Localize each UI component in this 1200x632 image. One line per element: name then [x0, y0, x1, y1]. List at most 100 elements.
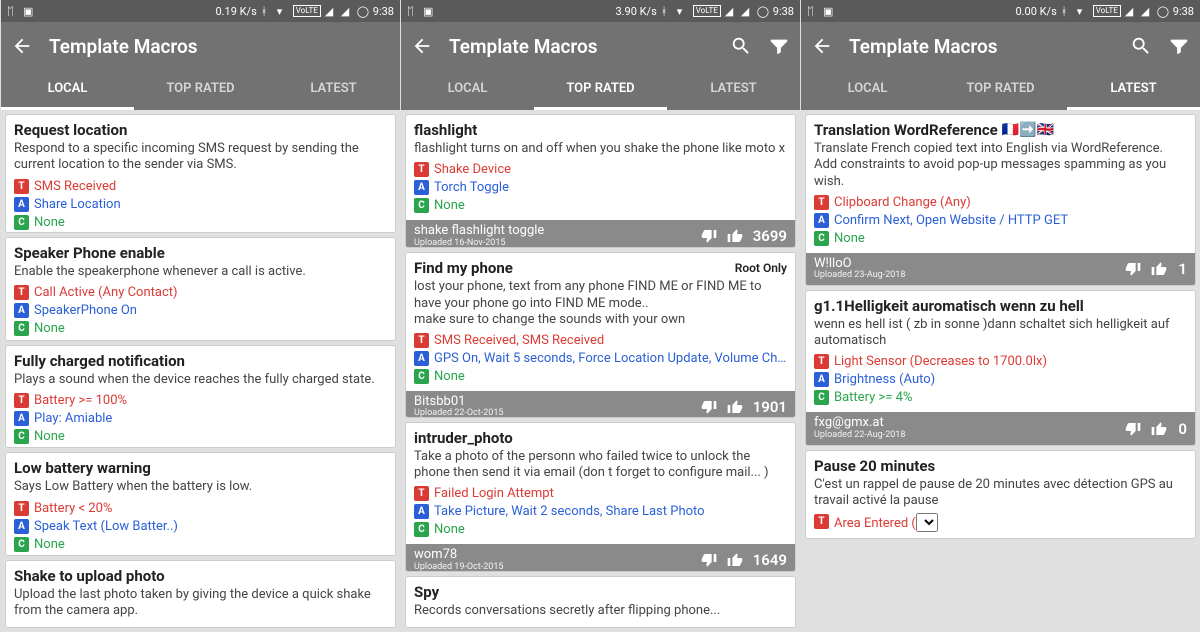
trigger-text: Area Entered (), 08:00 Mon,Tue,Wed,Thu,F…: [834, 513, 938, 532]
content-list[interactable]: Translation WordReference🇫🇷➡️🇬🇧 Translat…: [801, 110, 1200, 632]
content-list[interactable]: flashlight flashlight turns on and off w…: [401, 110, 800, 632]
constraint-badge: C: [814, 390, 829, 405]
tab-local[interactable]: LOCAL: [801, 70, 934, 110]
back-icon[interactable]: [411, 35, 433, 57]
footer-date: Uploaded 22-Oct-2015: [414, 409, 701, 418]
thumb-up-icon[interactable]: [727, 552, 743, 568]
thumb-down-icon[interactable]: [1125, 261, 1141, 277]
macro-card[interactable]: Speaker Phone enable Enable the speakerp…: [5, 237, 396, 341]
trigger-text: Battery >= 100%: [34, 392, 127, 409]
footer-date: Uploaded 19-Oct-2015: [414, 563, 701, 572]
constraint-text: None: [34, 214, 65, 231]
page-title: Template Macros: [849, 35, 1114, 58]
back-icon[interactable]: [11, 35, 33, 57]
thumb-up-icon[interactable]: [1151, 261, 1167, 277]
app-bar: Template Macros LOCALTOP RATEDLATEST: [401, 22, 800, 110]
action-text: GPS On, Wait 5 seconds, Force Location U…: [434, 350, 787, 367]
constraint-text: None: [34, 536, 65, 553]
card-footer: shake flashlight toggle Uploaded 16-Nov-…: [406, 220, 795, 248]
filter-icon[interactable]: [1168, 35, 1190, 57]
status-bar: ᛖ ▣ 0.19 K/s ᚼ ▾ VoLTE ◢ ◢ ◯ 9:38: [1, 0, 400, 22]
card-title: Fully charged notification: [14, 352, 387, 370]
tab-latest[interactable]: LATEST: [267, 70, 400, 110]
action-text: Speak Text (Low Batter..): [34, 518, 178, 535]
bluetooth-icon: ᚼ: [1061, 5, 1073, 17]
back-icon[interactable]: [811, 35, 833, 57]
volte-icon: VoLTE: [293, 5, 321, 17]
status-bar: ᛖ ▣ 3.90 K/s ᚼ ▾ VoLTE ◢ ◢ ◯ 9:38: [401, 0, 800, 22]
wifi-icon: ▾: [277, 5, 289, 17]
macro-card[interactable]: Find my phoneRoot Only lost your phone, …: [405, 252, 796, 418]
card-title: Pause 20 minutes: [814, 457, 1187, 475]
trigger-badge: T: [14, 501, 29, 516]
card-description: Respond to a specific incoming SMS reque…: [14, 141, 387, 174]
macro-card[interactable]: flashlight flashlight turns on and off w…: [405, 114, 796, 248]
thumb-down-icon[interactable]: [1125, 421, 1141, 437]
macro-card[interactable]: Spy Records conversations secretly after…: [405, 576, 796, 628]
like-count: 1649: [753, 551, 787, 569]
trigger-badge: T: [414, 333, 429, 348]
trigger-text: SMS Received: [34, 178, 116, 195]
thumb-up-icon[interactable]: [1151, 421, 1167, 437]
trigger-badge: T: [414, 486, 429, 501]
action-badge: A: [814, 213, 829, 228]
constraint-badge: C: [814, 231, 829, 246]
trigger-text: Failed Login Attempt: [434, 485, 554, 502]
flags-icon: 🇫🇷➡️🇬🇧: [1002, 122, 1054, 138]
tabs: LOCALTOP RATEDLATEST: [801, 70, 1200, 110]
trigger-text: Clipboard Change (Any): [834, 194, 971, 211]
tabs: LOCALTOP RATEDLATEST: [401, 70, 800, 110]
tab-top rated[interactable]: TOP RATED: [534, 70, 667, 110]
gallery-icon: ▣: [423, 5, 435, 17]
thumb-down-icon[interactable]: [701, 228, 717, 244]
card-description: Enable the speakerphone whenever a call …: [14, 264, 387, 280]
constraint-text: None: [34, 320, 65, 337]
tab-latest[interactable]: LATEST: [1067, 70, 1200, 110]
macro-card[interactable]: g1.1Helligkeit auromatisch wenn zu hell …: [805, 290, 1196, 446]
footer-date: Uploaded 16-Nov-2015: [414, 239, 701, 249]
tab-local[interactable]: LOCAL: [401, 70, 534, 110]
signal-icon: ◢: [725, 5, 737, 17]
macro-card[interactable]: Pause 20 minutes C'est un rappel de paus…: [805, 450, 1196, 540]
content-list[interactable]: Request location Respond to a specific i…: [1, 110, 400, 632]
macro-card[interactable]: Translation WordReference🇫🇷➡️🇬🇧 Translat…: [805, 114, 1196, 286]
card-description: flashlight turns on and off when you sha…: [414, 141, 787, 157]
macro-card[interactable]: Shake to upload photo Upload the last ph…: [5, 560, 396, 628]
macro-card[interactable]: intruder_photo Take a photo of the perso…: [405, 422, 796, 572]
card-description: Take a photo of the personn who failed t…: [414, 449, 787, 482]
phone-screen: ᛖ ▣ 3.90 K/s ᚼ ▾ VoLTE ◢ ◢ ◯ 9:38 Templa…: [400, 0, 800, 632]
gallery-icon: ▣: [23, 5, 35, 17]
tab-top rated[interactable]: TOP RATED: [934, 70, 1067, 110]
tab-local[interactable]: LOCAL: [1, 70, 134, 110]
macro-card[interactable]: Fully charged notification Plays a sound…: [5, 345, 396, 449]
tab-latest[interactable]: LATEST: [667, 70, 800, 110]
card-title: Speaker Phone enable: [14, 244, 387, 262]
sync-icon: ◯: [357, 5, 369, 17]
signal-icon: ◢: [741, 5, 753, 17]
card-description: wenn es hell ist ( zb in sonne )dann sch…: [814, 317, 1187, 350]
thumb-up-icon[interactable]: [727, 399, 743, 415]
constraint-badge: C: [14, 429, 29, 444]
thumb-down-icon[interactable]: [701, 552, 717, 568]
search-icon[interactable]: [1130, 35, 1152, 57]
macro-card[interactable]: Low battery warning Says Low Battery whe…: [5, 452, 396, 556]
tab-top rated[interactable]: TOP RATED: [134, 70, 267, 110]
constraint-text: None: [434, 368, 465, 385]
thumb-up-icon[interactable]: [727, 228, 743, 244]
constraint-text: None: [34, 428, 65, 445]
footer-user: wom78: [414, 548, 701, 562]
search-icon[interactable]: [730, 35, 752, 57]
action-text: Take Picture, Wait 2 seconds, Share Last…: [434, 503, 705, 520]
macro-card[interactable]: Request location Respond to a specific i…: [5, 114, 396, 233]
network-speed: 0.00 K/s: [1015, 5, 1056, 18]
card-title: Find my phoneRoot Only: [414, 259, 787, 277]
trigger-badge: T: [814, 354, 829, 369]
app-icon: ᛖ: [407, 5, 419, 17]
clock: 9:38: [373, 5, 394, 18]
gallery-icon: ▣: [823, 5, 835, 17]
filter-icon[interactable]: [768, 35, 790, 57]
thumb-down-icon[interactable]: [701, 399, 717, 415]
card-title: Low battery warning: [14, 459, 387, 477]
action-text: Confirm Next, Open Website / HTTP GET: [834, 212, 1068, 229]
trigger-badge: T: [14, 285, 29, 300]
